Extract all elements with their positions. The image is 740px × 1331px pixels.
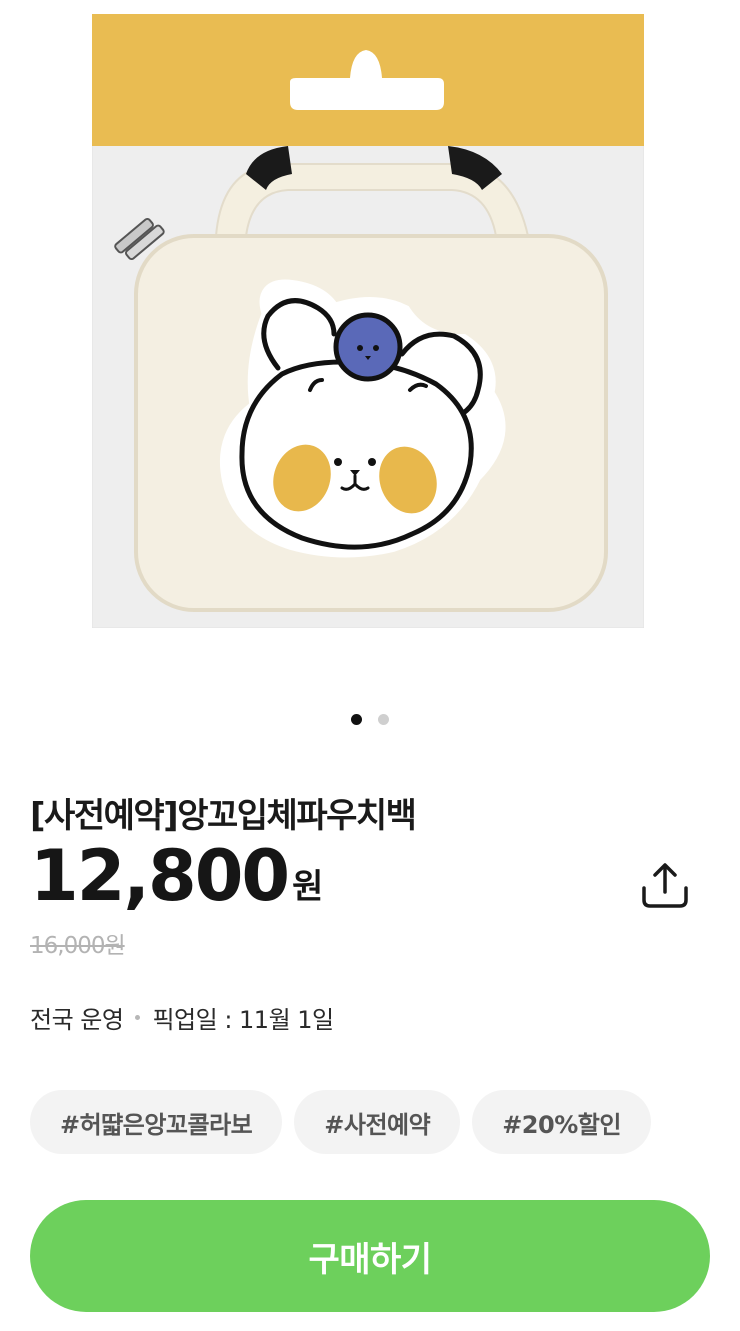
price-row: 12,800 원 (30, 836, 323, 916)
tag-chip[interactable]: #20%할인 (472, 1090, 651, 1154)
product-image[interactable] (91, 13, 645, 629)
product-title: [사전예약]앙꼬입체파우치백 (30, 796, 417, 836)
tag-chip[interactable]: #사전예약 (294, 1090, 461, 1154)
tag-chip[interactable]: #허땳은앙꼬콜라보 (30, 1090, 283, 1154)
share-icon (642, 863, 688, 908)
store-meta: 전국 운영 픽업일 : 11월 1일 (30, 1000, 334, 1035)
price-unit: 원 (292, 867, 324, 907)
pickup-date: 픽업일 : 11월 1일 (152, 1006, 334, 1034)
pouch-bag-illustration (91, 13, 645, 629)
tag-list: #허땳은앙꼬콜라보 #사전예약 #20%할인 (30, 1090, 651, 1154)
buy-button[interactable]: 구매하기 (30, 1200, 710, 1312)
carousel-indicator (0, 714, 740, 725)
carousel-dot-active[interactable] (351, 714, 362, 725)
separator-dot (135, 1015, 141, 1020)
share-button[interactable] (638, 860, 692, 912)
region-label: 전국 운영 (30, 1006, 124, 1034)
sale-price: 12,800 (30, 835, 290, 917)
original-price: 16,000원 (30, 933, 126, 959)
carousel-dot[interactable] (378, 714, 389, 725)
